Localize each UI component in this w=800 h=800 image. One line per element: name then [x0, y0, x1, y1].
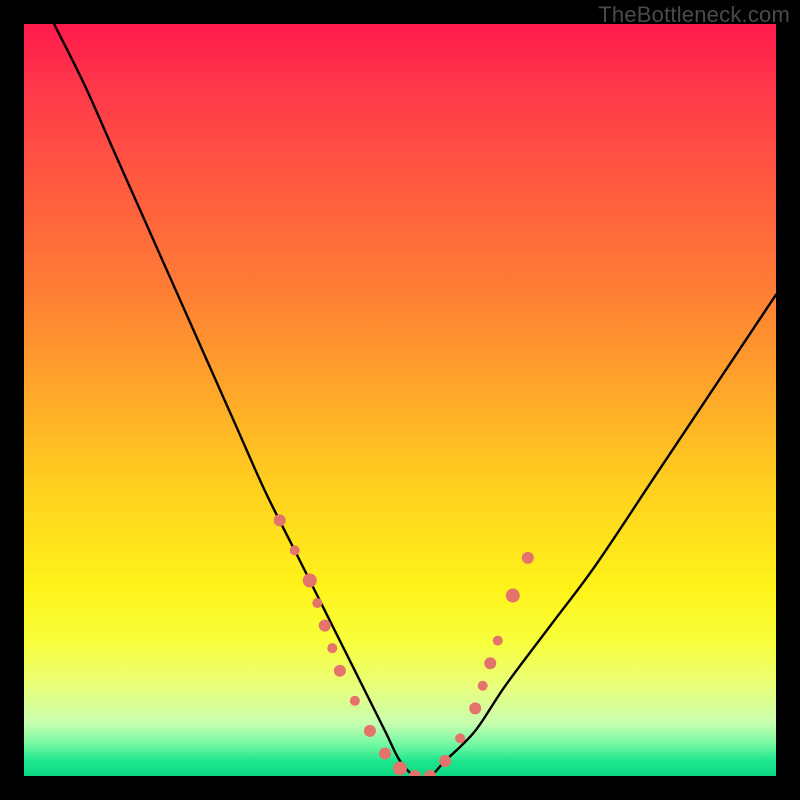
marker-dot	[455, 733, 465, 743]
marker-dot	[274, 514, 286, 526]
marker-dot	[439, 755, 451, 767]
marker-dot	[522, 552, 534, 564]
marker-dot	[493, 636, 503, 646]
marker-dot	[350, 696, 360, 706]
marker-dot	[290, 545, 300, 555]
marker-dot	[478, 681, 488, 691]
highlight-markers	[274, 514, 534, 776]
marker-dot	[327, 643, 337, 653]
marker-dot	[424, 770, 436, 776]
marker-dot	[364, 725, 376, 737]
chart-svg	[24, 24, 776, 776]
marker-dot	[484, 657, 496, 669]
marker-dot	[312, 598, 322, 608]
marker-dot	[334, 665, 346, 677]
marker-dot	[469, 702, 481, 714]
plot-area	[24, 24, 776, 776]
marker-dot	[393, 761, 407, 775]
bottleneck-curve	[54, 24, 776, 776]
marker-dot	[379, 747, 391, 759]
marker-dot	[303, 573, 317, 587]
marker-dot	[319, 620, 331, 632]
chart-frame: TheBottleneck.com	[0, 0, 800, 800]
marker-dot	[506, 589, 520, 603]
marker-dot	[409, 770, 421, 776]
